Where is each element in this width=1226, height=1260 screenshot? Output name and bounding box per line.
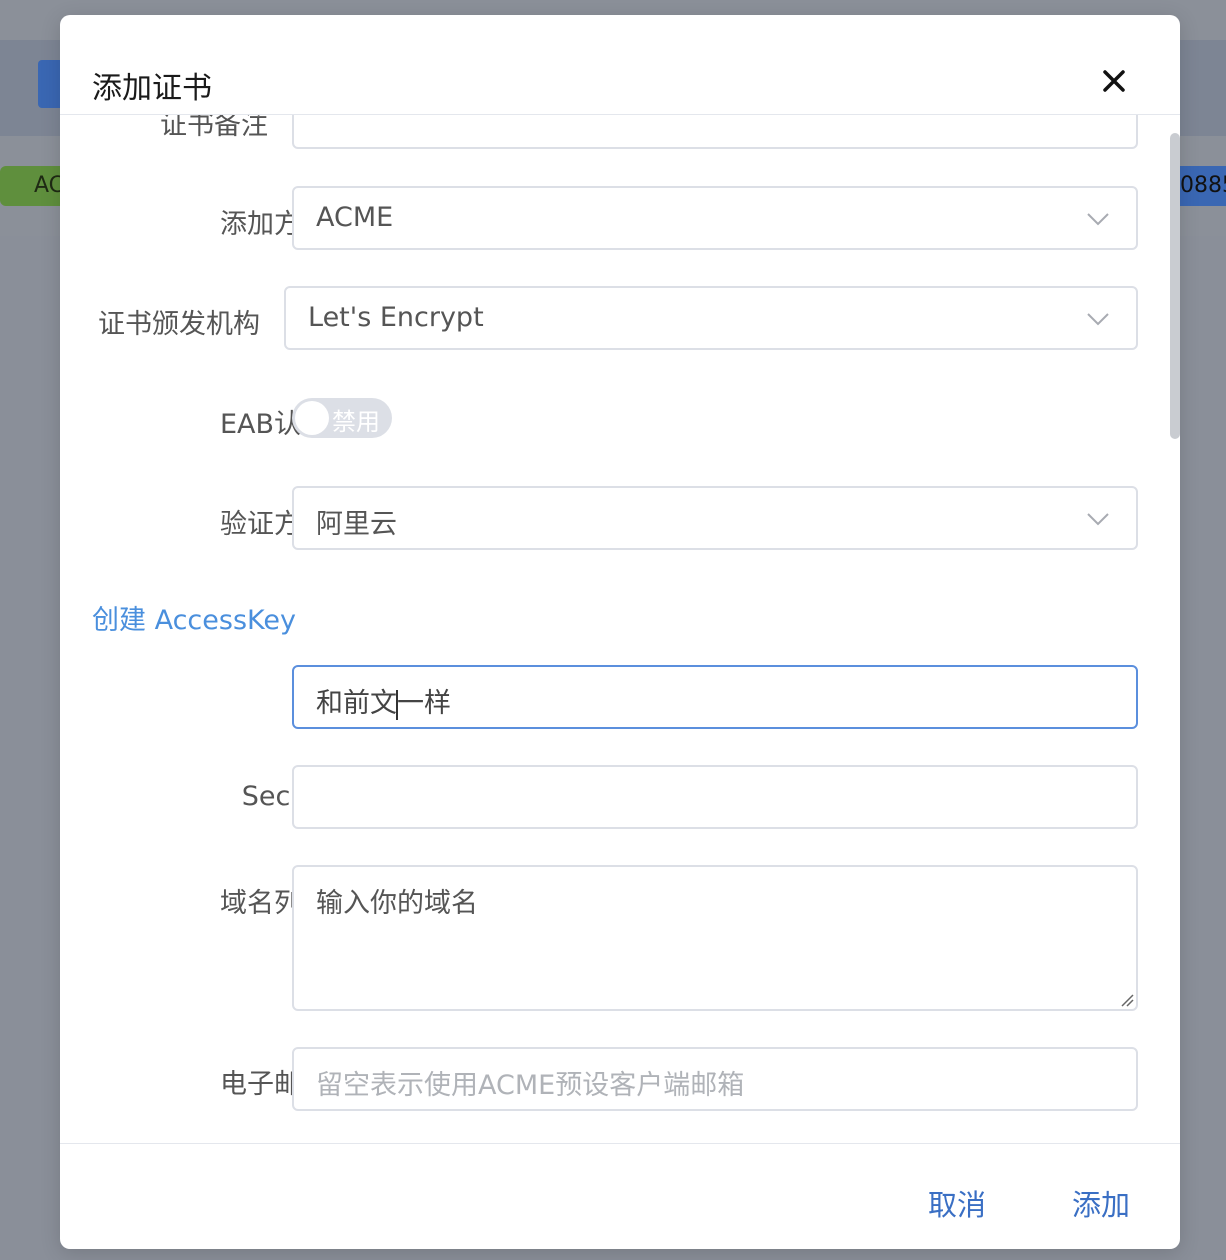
verify-method-select[interactable]: 阿里云 [292, 486, 1138, 550]
id-value-before-caret: 和前文 [316, 688, 397, 719]
create-accesskey-link[interactable]: 创建 AccessKey [92, 598, 296, 637]
id-value-after-caret: 一样 [397, 688, 451, 719]
resize-grip-icon[interactable] [1120, 993, 1134, 1007]
chevron-down-icon [1087, 213, 1109, 226]
issuer-value: Let's Encrypt [308, 302, 484, 333]
chevron-down-icon [1087, 513, 1109, 526]
email-placeholder: 留空表示使用ACME预设客户端邮箱 [316, 1070, 745, 1101]
close-icon[interactable] [1100, 67, 1128, 95]
eab-toggle-text: 禁用 [332, 408, 380, 436]
dialog-body: 证书备注 添加方式 ACME 证书颁发机构 Let's Encrypt EAB认… [60, 115, 1180, 1143]
scrollbar-thumb[interactable] [1170, 133, 1180, 439]
cancel-button[interactable]: 取消 [928, 1182, 986, 1224]
verify-method-value: 阿里云 [316, 509, 397, 540]
add-method-value: ACME [316, 202, 394, 233]
add-method-select[interactable]: ACME [292, 186, 1138, 250]
domains-textarea[interactable]: 输入你的域名 [292, 865, 1138, 1011]
issuer-label: 证书颁发机构 [98, 309, 260, 340]
chevron-down-icon [1087, 313, 1109, 326]
cert-note-input[interactable] [292, 115, 1138, 149]
add-certificate-dialog: 添加证书 证书备注 添加方式 ACME 证书颁发机构 Let's Encrypt… [60, 15, 1180, 1249]
email-input[interactable]: 留空表示使用ACME预设客户端邮箱 [292, 1047, 1138, 1111]
dialog-footer: 取消 添加 [60, 1143, 1180, 1249]
id-value: 和前文一样 [316, 681, 451, 720]
dialog-header: 添加证书 [60, 15, 1180, 115]
eab-toggle[interactable]: 禁用 [292, 398, 392, 438]
id-input[interactable]: 和前文一样 [292, 665, 1138, 729]
add-button[interactable]: 添加 [1072, 1182, 1130, 1224]
secret-input[interactable] [292, 765, 1138, 829]
domains-placeholder: 输入你的域名 [316, 888, 478, 919]
toggle-knob [295, 401, 329, 435]
dialog-title: 添加证书 [92, 71, 212, 106]
cert-note-label: 证书备注 [160, 115, 268, 141]
issuer-select[interactable]: Let's Encrypt [284, 286, 1138, 350]
